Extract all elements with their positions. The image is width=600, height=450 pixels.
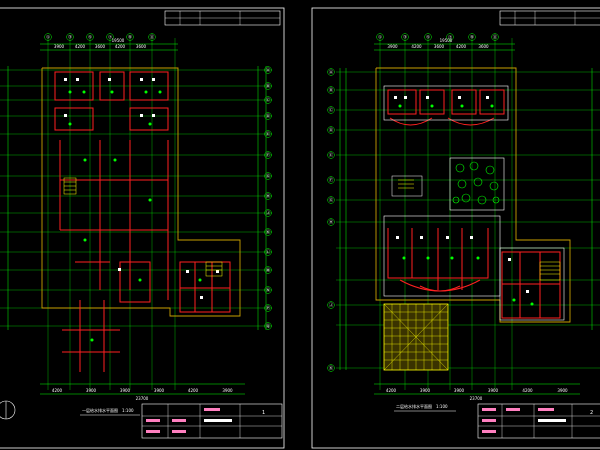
sheet-1-row-axis-4: Ⓔ	[266, 131, 271, 138]
sheet-1-row-axis-12: Ⓝ	[266, 287, 271, 294]
sheet-2-stairs	[391, 175, 561, 281]
sheet-2-row-axis-labels: Ⓐ Ⓑ Ⓒ Ⓓ Ⓔ Ⓕ Ⓖ Ⓗ Ⓙ Ⓚ	[327, 68, 335, 372]
sheet-1-number: 1	[262, 410, 265, 416]
sheet-1-row-axis-7: Ⓗ	[266, 193, 271, 200]
sheet-2: ①③⑤⑦⑨⑪ 3900 4200 3600 4200 3600 19500 ⒶⒷⒸⒹⒺⒻ…	[311, 7, 600, 449]
sheet-1-bottom-dim-0: 4200	[52, 388, 63, 393]
sheet-1-col-axis-5: ⑪	[150, 34, 155, 41]
sheet-1-frame	[0, 7, 285, 449]
sheet-2-row-axis-1: Ⓑ	[329, 87, 334, 94]
sheet-2-scale: 1:100	[436, 404, 448, 409]
sheet-2-row-axis-5: Ⓕ	[329, 177, 334, 184]
sheet-2-col-axis-0: ①	[378, 35, 382, 41]
sheet-2-row-axis-6: Ⓖ	[329, 197, 334, 204]
sheet-2-bottom-dim-1: 3900	[420, 388, 431, 393]
sheet-1-col-dim-4: 3600	[136, 44, 147, 49]
sheet-2-col-dim-2: 3600	[434, 44, 445, 49]
sheet-2-fixtures	[394, 96, 534, 306]
sheet-2-col-axis-4: ⑨	[470, 35, 474, 41]
sheet-1-row-axis-0: Ⓐ	[266, 67, 271, 74]
sheet-1-overall-dimension: 19500	[112, 38, 125, 43]
sheet-2-column-axis-labels: ①③⑤⑦⑨⑪	[376, 33, 499, 41]
sheet-2-col-axis-5: ⑪	[493, 34, 498, 41]
sheet-1-bottom-dimensions: 4200 3900 3900 3900 4200 3900	[52, 388, 233, 393]
sheet-1-row-axis-6: Ⓖ	[266, 173, 271, 180]
sheet-1-bottom-dim-1: 3900	[86, 388, 97, 393]
sheet-1-column-axis-labels: ①③⑤⑦⑨⑪	[44, 33, 156, 41]
sheet-1-title: 一层给水排水平面图	[82, 407, 118, 413]
sheet-2-col-dim-0: 3900	[387, 44, 398, 49]
sheet-1-scale: 1:100	[122, 408, 134, 413]
sheet-1-column-dimensions: 3900 4200 3600 4200 3600	[54, 44, 147, 49]
sheet-2-courtyard-garden	[449, 157, 505, 211]
sheet-1-bottom-total: 23700	[136, 396, 149, 401]
sheet-2-col-dim-4: 3600	[478, 44, 489, 49]
sheet-1-col-dim-2: 3600	[95, 44, 106, 49]
cad-drawing-canvas: ①③⑤⑦⑨⑪ 3900 4200 3600 4200 3600 19500 Ⓐ Ⓑ Ⓒ Ⓓ Ⓔ Ⓕ…	[0, 0, 600, 450]
sheet-1-row-axis-3: Ⓓ	[266, 113, 271, 120]
sheet-2-bottom-dim-0: 4200	[386, 388, 397, 393]
sheet-1-title-block: 1	[141, 403, 283, 439]
sheet-2-row-axis-4: Ⓔ	[329, 152, 334, 159]
sheet-2-bottom-dim-4: 4200	[522, 388, 533, 393]
sheet-1-col-axis-0: ①	[46, 35, 50, 41]
sheet-1-row-axis-11: Ⓜ	[266, 267, 271, 274]
sheet-1-col-dim-1: 4200	[75, 44, 86, 49]
sheet-1: ①③⑤⑦⑨⑪ 3900 4200 3600 4200 3600 19500 ⒶⒷⒸⒹⒺⒻ…	[0, 7, 285, 449]
sheet-2-bottom-dim-5: 3900	[557, 388, 568, 393]
sheet-2-row-axis-2: Ⓒ	[329, 107, 334, 114]
sheet-2-frame	[311, 7, 600, 449]
sheet-1-row-axis-1: Ⓑ	[266, 83, 271, 90]
sheet-2-walls	[387, 89, 561, 319]
floor-plan-sheets: ①③⑤⑦⑨⑪ 3900 4200 3600 4200 3600 19500 ⒶⒷⒸⒹⒺⒻ…	[0, 7, 600, 449]
sheet-1-top-title-strip	[164, 10, 281, 26]
sheet-2-bottom-dim-3: 3900	[488, 388, 499, 393]
sheet-1-col-dim-0: 3900	[54, 44, 65, 49]
sheet-2-row-axis-0: Ⓐ	[329, 69, 334, 76]
sheet-1-bottom-dim-3: 3900	[154, 388, 165, 393]
sheet-2-title: 二层给水排水平面图	[396, 403, 432, 409]
tree-icon	[452, 161, 500, 205]
sheet-1-building-outline	[41, 67, 241, 317]
sheet-2-number: 2	[590, 410, 593, 416]
sheet-1-plan-title: 一层给水排水平面图 1:100	[80, 407, 140, 416]
sheet-2-bottom-total: 23700	[470, 396, 483, 401]
sheet-2-row-axis-8: Ⓙ	[329, 302, 334, 309]
sheet-2-col-axis-2: ⑤	[426, 35, 430, 41]
sheet-1-col-axis-2: ⑤	[88, 35, 92, 41]
sheet-1-bottom-dim-4: 4200	[188, 388, 199, 393]
sheet-2-plan-title: 二层给水排水平面图 1:100	[394, 403, 456, 412]
north-arrow-icon	[0, 400, 16, 420]
sheet-2-col-dim-3: 4200	[456, 44, 467, 49]
sheet-1-bottom-dim-2: 3900	[120, 388, 131, 393]
sheet-1-row-axis-5: Ⓕ	[266, 152, 271, 159]
sheet-1-bottom-dim-5: 3900	[222, 388, 233, 393]
sheet-2-bottom-dimensions: 4200 3900 3900 3900 4200 3900	[386, 388, 568, 393]
sheet-1-row-axis-14: Ⓠ	[266, 323, 271, 330]
sheet-1-col-dim-3: 4200	[115, 44, 126, 49]
sheet-2-col-axis-1: ③	[403, 35, 407, 41]
sheet-2-bottom-dim-2: 3900	[454, 388, 465, 393]
sheet-2-column-dimensions: 3900 4200 3600 4200 3600	[387, 44, 489, 49]
sheet-2-col-dim-1: 4200	[411, 44, 422, 49]
sheet-2-overall-dimension: 19500	[440, 38, 453, 43]
sheet-1-col-axis-4: ⑨	[128, 35, 132, 41]
sheet-1-col-axis-1: ③	[68, 35, 72, 41]
sheet-2-row-axis-3: Ⓓ	[329, 127, 334, 134]
sheet-1-row-axis-10: Ⓛ	[266, 249, 271, 256]
sheet-2-top-title-strip	[499, 10, 600, 26]
sheet-1-row-axis-8: Ⓙ	[266, 210, 271, 217]
sheet-1-row-axis-9: Ⓚ	[266, 229, 271, 236]
sheet-1-row-axis-2: Ⓒ	[266, 97, 271, 104]
sheet-2-terrace-hatch	[383, 303, 449, 371]
sheet-2-row-axis-7: Ⓗ	[329, 219, 334, 226]
sheet-2-row-axis-9: Ⓚ	[329, 365, 334, 372]
sheet-2-title-block: 2	[477, 403, 600, 439]
sheet-1-row-axis-13: Ⓟ	[266, 305, 271, 312]
